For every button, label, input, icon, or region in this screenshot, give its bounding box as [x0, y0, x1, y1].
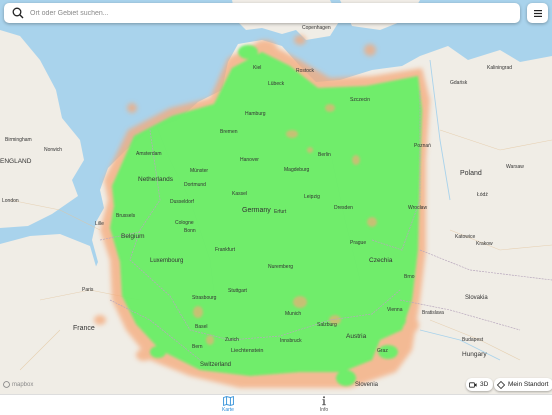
city-wroclaw: Wrocław — [408, 205, 427, 211]
city-bonn: Bonn — [184, 228, 196, 234]
label-luxembourg: Luxembourg — [150, 258, 183, 264]
city-innsbruck: Innsbruck — [280, 338, 302, 344]
city-paris: Paris — [82, 287, 94, 293]
city-hamburg: Hamburg — [245, 111, 266, 117]
location-icon — [497, 380, 505, 389]
view-3d-button[interactable]: 3D — [466, 378, 493, 391]
city-basel: Basel — [195, 324, 208, 330]
city-bratislava: Bratislava — [422, 310, 444, 316]
city-leipzig: Leipzig — [304, 194, 320, 200]
city-erfurt: Erfurt — [274, 209, 287, 215]
label-czechia: Czechia — [369, 257, 393, 264]
city-salzburg: Salzburg — [317, 322, 337, 328]
info-icon — [322, 396, 326, 406]
city-dresden: Dresden — [334, 205, 353, 211]
city-szczecin: Szczecin — [350, 97, 370, 103]
label-switzerland: Switzerland — [200, 362, 231, 368]
label-slovakia: Slovakia — [465, 295, 488, 301]
label-liechtenstein: Liechtenstein — [231, 348, 263, 354]
tab-karte[interactable]: Karte — [208, 396, 248, 415]
city-zurich: Zurich — [225, 337, 239, 343]
city-magdeburg: Magdeburg — [284, 167, 310, 173]
city-kiel: Kiel — [253, 65, 261, 71]
city-gdansk: Gdańsk — [450, 80, 468, 86]
label-netherlands: Netherlands — [138, 176, 174, 183]
city-birmingham: Birmingham — [5, 137, 32, 143]
city-bern: Bern — [192, 344, 203, 350]
city-rostock: Rostock — [296, 68, 315, 74]
land-france — [0, 234, 110, 394]
label-slovenia: Slovenia — [355, 382, 379, 388]
city-kaliningrad: Kaliningrad — [487, 65, 512, 71]
city-krakow: Krakow — [476, 241, 493, 247]
map-canvas[interactable]: Germany Netherlands Belgium Luxembourg F… — [0, 0, 552, 394]
city-poznan: Poznań — [414, 143, 431, 149]
city-lille: Lille — [95, 221, 104, 227]
city-cologne: Cologne — [175, 220, 194, 226]
search-input[interactable] — [28, 9, 490, 17]
label-england: ENGLAND — [0, 158, 32, 165]
city-london: London — [2, 198, 19, 204]
city-amsterdam: Amsterdam — [136, 151, 162, 157]
city-stuttgart: Stuttgart — [228, 288, 248, 294]
label-france: France — [73, 325, 95, 332]
city-brno: Brno — [404, 274, 415, 280]
city-bremen: Bremen — [220, 129, 238, 135]
city-munich: Munich — [285, 311, 301, 317]
city-budapest: Budapest — [462, 337, 484, 343]
city-strasbourg: Strasbourg — [192, 295, 217, 301]
city-brussels: Brussels — [116, 213, 136, 219]
menu-button[interactable] — [527, 3, 548, 23]
hamburger-icon — [533, 9, 542, 17]
view-3d-label: 3D — [480, 381, 489, 388]
mapbox-attribution-text: mapbox — [12, 381, 34, 388]
tab-info[interactable]: Info — [304, 396, 344, 415]
camera-icon — [469, 381, 477, 388]
label-poland: Poland — [460, 170, 482, 177]
city-norwich: Norwich — [44, 147, 62, 153]
map-icon — [222, 396, 234, 406]
city-berlin: Berlin — [318, 152, 331, 158]
city-hannover: Hanover — [240, 157, 259, 163]
city-kassel: Kassel — [232, 191, 247, 197]
city-nuremberg: Nuremberg — [268, 264, 293, 270]
city-dortmund: Dortmund — [184, 182, 206, 188]
city-warsaw: Warsaw — [506, 164, 524, 170]
my-location-button[interactable]: Mein Standort — [494, 378, 552, 391]
city-graz: Graz — [377, 348, 388, 354]
city-copenhagen: Copenhagen — [302, 25, 331, 31]
mapbox-attribution[interactable]: mapbox — [3, 381, 33, 388]
bottom-tab-bar: Karte Info — [0, 394, 552, 415]
label-belgium: Belgium — [121, 233, 144, 240]
city-prague: Prague — [350, 240, 366, 246]
search-icon[interactable] — [8, 3, 28, 23]
city-lodz: Łódź — [477, 192, 488, 198]
label-austria: Austria — [346, 333, 367, 340]
mapbox-logo-icon — [3, 381, 10, 388]
label-hungary: Hungary — [462, 351, 487, 358]
city-frankfurt: Frankfurt — [215, 247, 236, 253]
city-katowice: Katowice — [455, 234, 476, 240]
city-dusseldorf: Dusseldorf — [170, 199, 195, 205]
search-bar[interactable] — [4, 3, 520, 23]
tab-karte-label: Karte — [222, 407, 234, 413]
city-munster: Münster — [190, 168, 208, 174]
tab-info-label: Info — [319, 407, 329, 413]
city-lubeck: Lübeck — [268, 81, 285, 87]
label-germany: Germany — [242, 207, 271, 214]
city-vienna: Vienna — [387, 307, 403, 313]
my-location-label: Mein Standort — [508, 381, 549, 388]
